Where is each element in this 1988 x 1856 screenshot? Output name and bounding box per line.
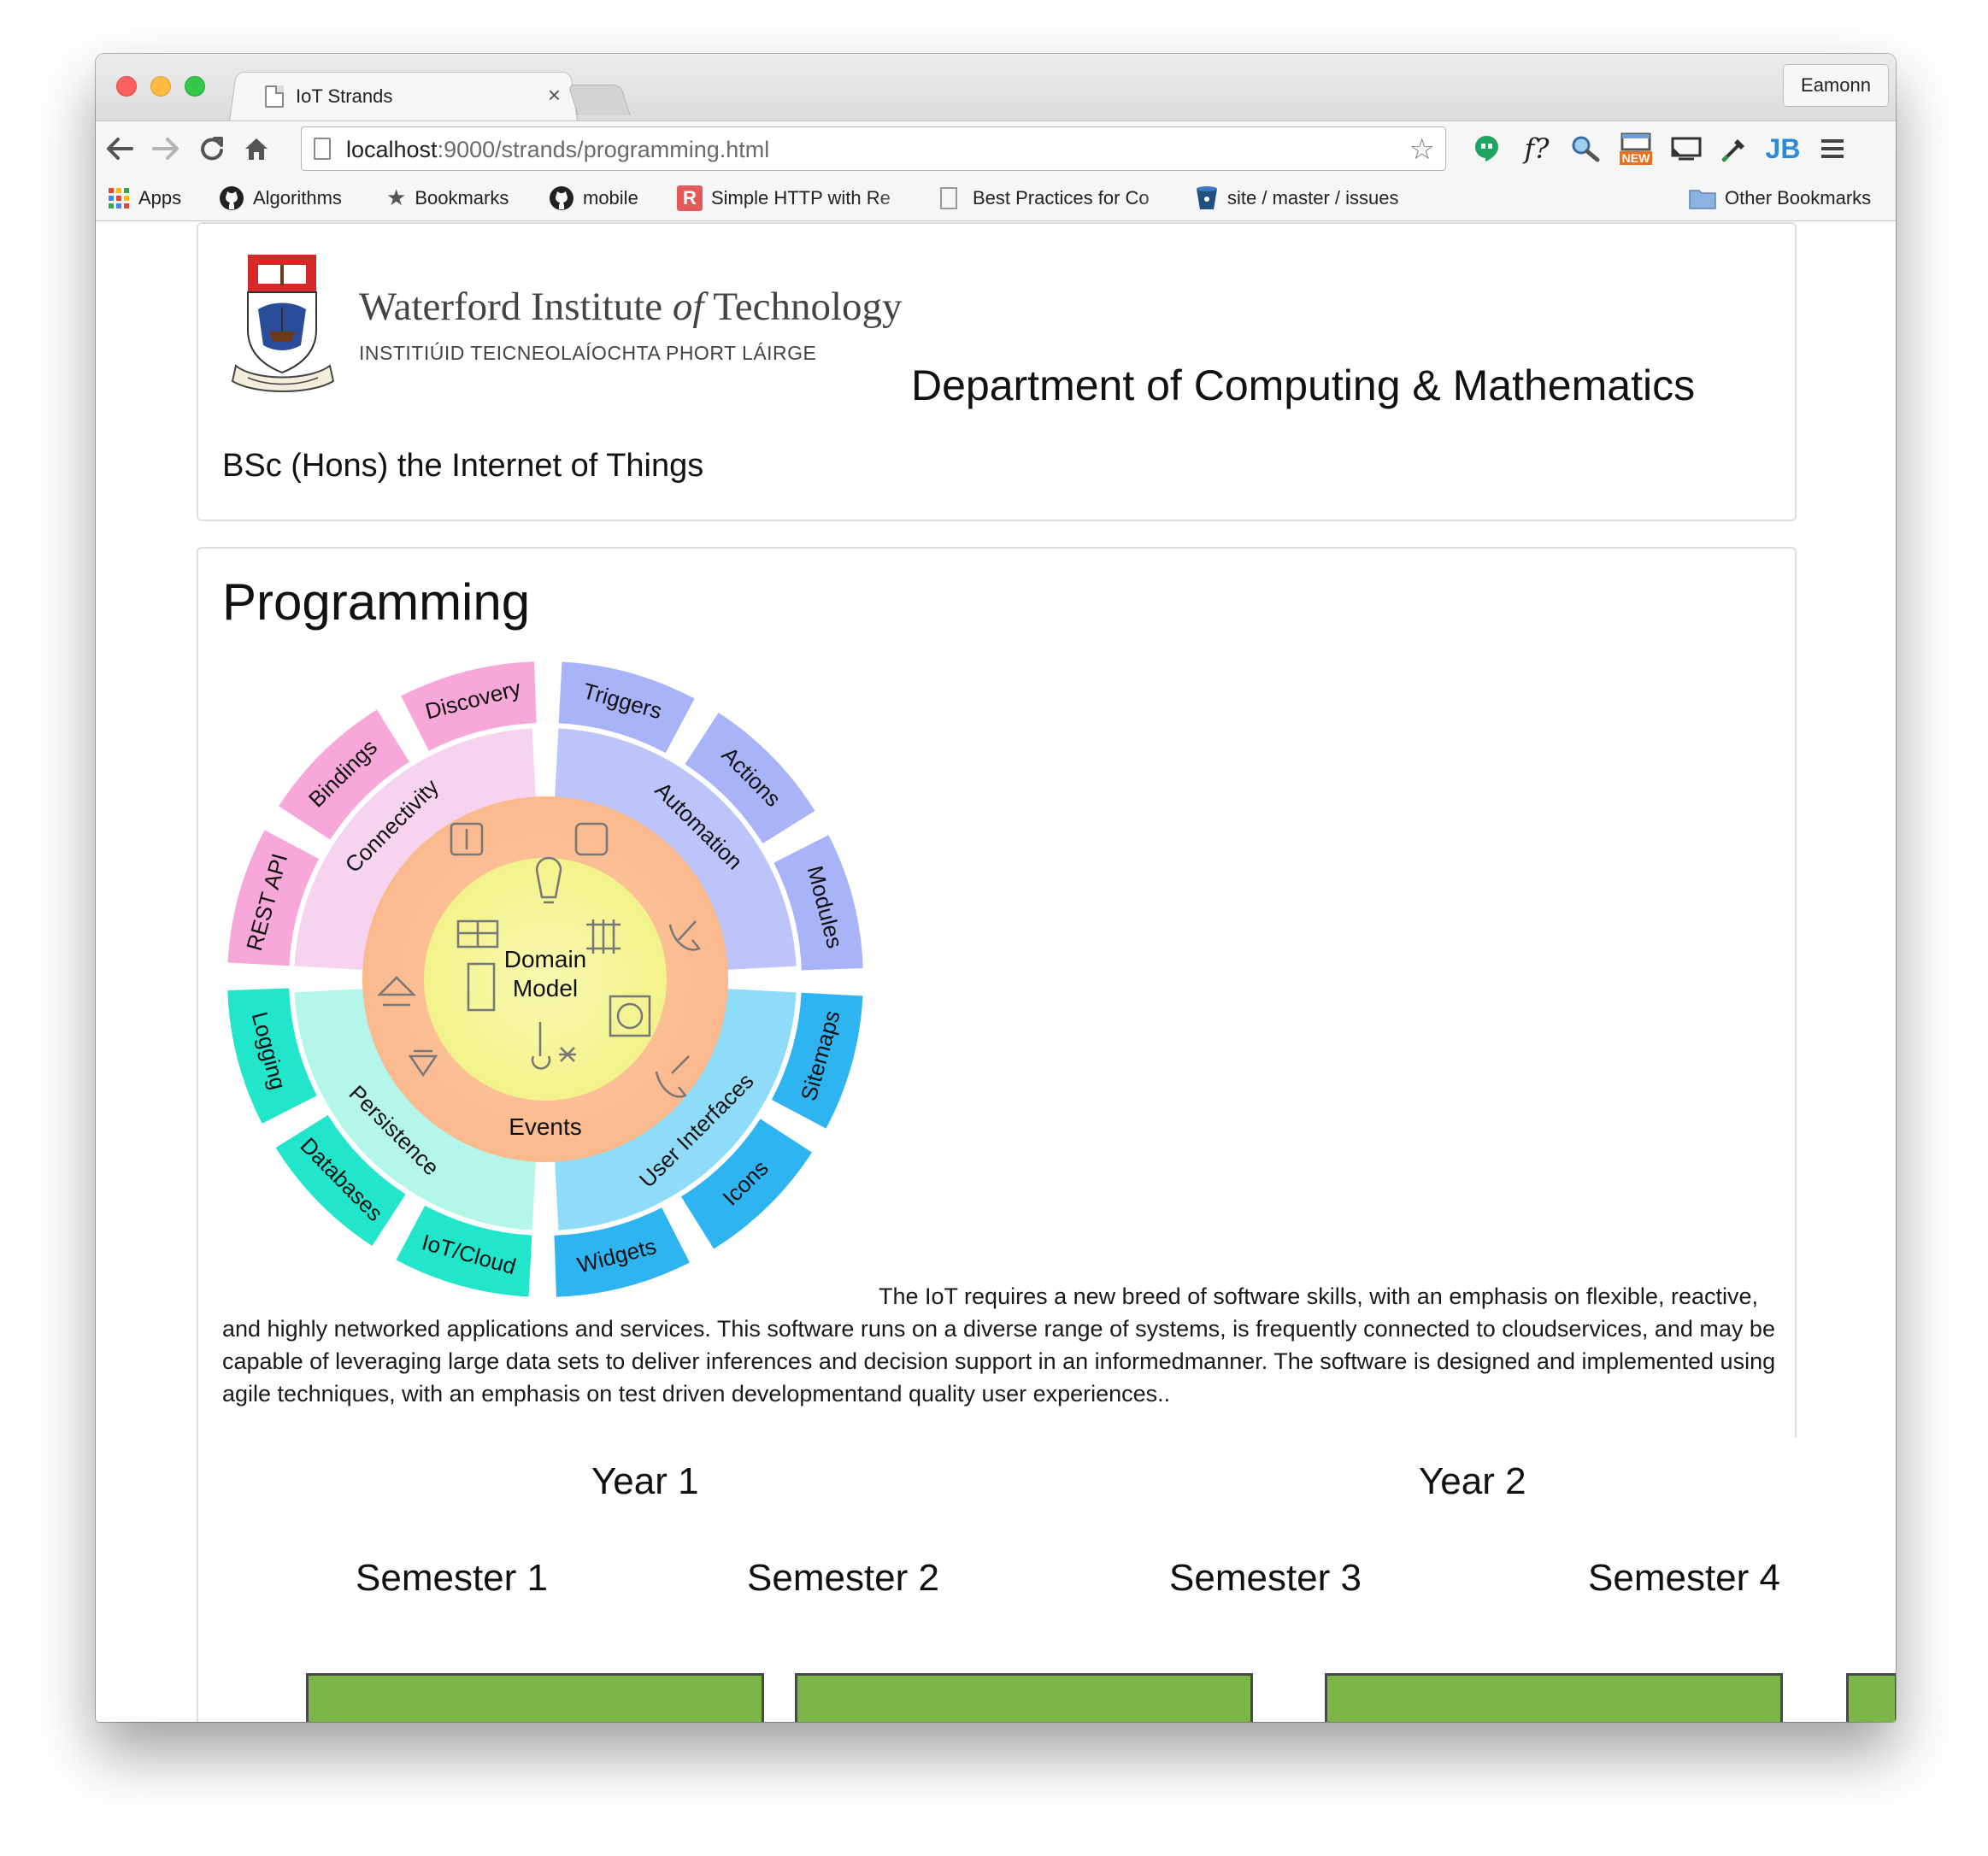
- home-icon[interactable]: [239, 132, 273, 166]
- institute-name-of: of: [672, 285, 704, 329]
- semester-4-label: Semester 4: [1588, 1557, 1780, 1599]
- tab-close-icon[interactable]: ×: [548, 84, 561, 106]
- module-box[interactable]: [1846, 1673, 1896, 1722]
- bookmark-site-issues[interactable]: site / master / issues: [1195, 175, 1443, 221]
- jb-extension-icon[interactable]: JB: [1762, 130, 1803, 167]
- eyedropper-extension-icon[interactable]: [1716, 130, 1754, 167]
- new-tab-button[interactable]: [568, 85, 631, 115]
- apps-grid-icon: [108, 187, 130, 209]
- bookmark-label: Simple HTTP with Re: [711, 187, 891, 209]
- reload-icon[interactable]: [195, 132, 229, 166]
- new-tab-extension-icon[interactable]: NEW: [1614, 130, 1658, 167]
- department-title: Department of Computing & Mathematics: [911, 361, 1696, 409]
- bookmark-star-icon[interactable]: ☆: [1409, 132, 1435, 167]
- institute-irish-name: INSTITIÚID TEICNEOLAÍOCHTA PHORT LÁIRGE: [359, 342, 817, 364]
- semester-2-label: Semester 2: [747, 1557, 939, 1599]
- year-2-label: Year 2: [1419, 1460, 1526, 1502]
- institute-name-part: Waterford Institute: [359, 285, 673, 329]
- browser-window: IoT Strands × Eamonn localhost:9000/stra…: [96, 54, 1896, 1722]
- bookmark-label: Other Bookmarks: [1725, 187, 1872, 209]
- cast-extension-icon[interactable]: [1667, 130, 1706, 167]
- strand-wheel-diagram: REST API Bindings Discovery Connectivity Tri…: [221, 655, 870, 1308]
- bookmark-apps[interactable]: Apps: [108, 175, 181, 221]
- panel-edge-mask: [1788, 1437, 1800, 1722]
- bookmark-mobile[interactable]: mobile: [549, 175, 638, 221]
- profile-button[interactable]: Eamonn: [1783, 64, 1889, 107]
- bookmark-simple-http[interactable]: R Simple HTTP with Re: [677, 175, 925, 221]
- hangouts-extension-icon[interactable]: [1470, 130, 1504, 167]
- magnifier-extension-icon[interactable]: [1567, 130, 1605, 167]
- page-info-icon[interactable]: [314, 138, 331, 160]
- github-icon: [549, 185, 574, 211]
- degree-title: BSc (Hons) the Internet of Things: [222, 448, 704, 484]
- wheel-center-label: Model: [513, 975, 578, 1001]
- page-viewport: Waterford Institute of Technology INSTIT…: [96, 222, 1896, 1722]
- tab-title: IoT Strands: [296, 85, 393, 107]
- year-1-label: Year 1: [591, 1460, 699, 1502]
- close-window-button[interactable]: [116, 76, 137, 97]
- jb-label: JB: [1765, 132, 1801, 164]
- page-icon: [940, 187, 957, 209]
- strand-description: The IoT requires a new breed of software…: [222, 1283, 1776, 1407]
- semester-1-label: Semester 1: [356, 1557, 548, 1599]
- bookmark-label: Bookmarks: [415, 187, 509, 209]
- minimize-window-button[interactable]: [150, 76, 171, 97]
- bookmark-label: site / master / issues: [1227, 187, 1399, 209]
- module-box[interactable]: [1325, 1673, 1783, 1722]
- github-icon: [219, 185, 244, 211]
- bookmark-bookmarks[interactable]: ★ Bookmarks: [386, 175, 509, 221]
- wit-crest-logo: [229, 253, 340, 402]
- header-panel: Waterford Institute of Technology INSTIT…: [197, 222, 1797, 521]
- toolbar: localhost:9000/strands/programming.html …: [96, 120, 1896, 175]
- semester-3-label: Semester 3: [1169, 1557, 1362, 1599]
- title-bar: IoT Strands × Eamonn: [96, 54, 1896, 123]
- module-box[interactable]: [306, 1673, 764, 1722]
- institute-name: Waterford Institute of Technology: [359, 284, 903, 330]
- institute-name-part: Technology: [703, 285, 903, 329]
- bucket-icon: [1195, 185, 1219, 211]
- bookmark-label: Apps: [138, 187, 182, 209]
- module-box[interactable]: [795, 1673, 1253, 1722]
- active-tab-content[interactable]: IoT Strands ×: [250, 73, 574, 120]
- bookmark-label: Best Practices for Co: [973, 187, 1150, 209]
- address-bar[interactable]: localhost:9000/strands/programming.html …: [301, 126, 1446, 171]
- folder-icon: [1689, 187, 1716, 209]
- r-icon: R: [677, 185, 703, 211]
- forward-arrow-icon[interactable]: [149, 132, 183, 166]
- url-text[interactable]: localhost:9000/strands/programming.html: [346, 137, 769, 163]
- bookmark-other[interactable]: Other Bookmarks: [1689, 175, 1871, 221]
- wheel-svg: REST APIBindingsDiscoveryConnectivityTri…: [227, 661, 863, 1297]
- bookmark-algorithms[interactable]: Algorithms: [219, 175, 342, 221]
- menu-icon[interactable]: [1814, 130, 1851, 167]
- new-badge: NEW: [1619, 151, 1653, 165]
- zoom-window-button[interactable]: [185, 76, 205, 97]
- page-icon: [265, 85, 284, 108]
- wheel-events-label: Events: [509, 1113, 582, 1140]
- strand-title: Programming: [222, 573, 531, 631]
- strand-panel: Programming REST API Bindings Discovery Con…: [197, 547, 1896, 1722]
- bookmarks-bar: Apps Algorithms ★ Bookmarks mobile R Sim…: [96, 175, 1896, 221]
- fquestion-extension-icon[interactable]: f?: [1515, 130, 1559, 167]
- bookmark-label: mobile: [583, 187, 638, 209]
- bookmark-label: Algorithms: [253, 187, 342, 209]
- star-icon: ★: [386, 185, 407, 211]
- back-arrow-icon[interactable]: [103, 132, 137, 166]
- bookmark-best-practices[interactable]: Best Practices for Co: [940, 175, 1188, 221]
- wheel-center-label: Domain: [504, 946, 586, 972]
